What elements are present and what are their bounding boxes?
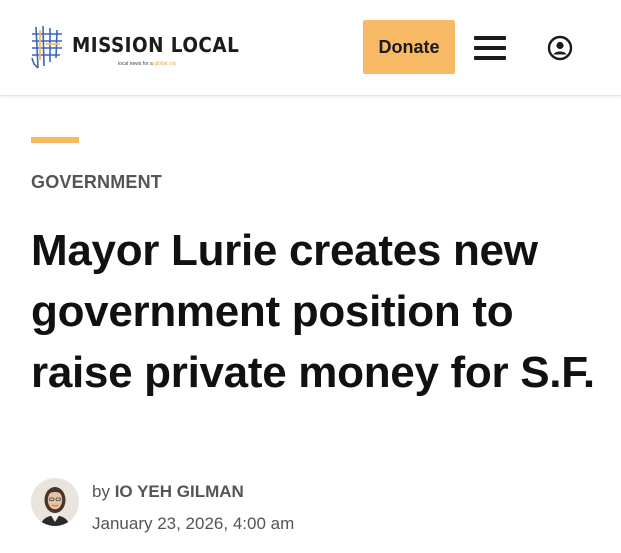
- logo-wordmark: MISSION LOCAL: [72, 33, 240, 57]
- menu-button[interactable]: [472, 34, 508, 62]
- logo-tagline: local news for a global city: [118, 61, 176, 67]
- donate-button[interactable]: Donate: [363, 20, 455, 74]
- logo-tagline-accent: global city: [154, 61, 177, 67]
- byline: by IO YEH GILMAN: [92, 482, 244, 502]
- site-header: MISSION LOCAL local news for a global ci…: [0, 0, 621, 96]
- category-link[interactable]: GOVERNMENT: [31, 172, 162, 193]
- author-avatar[interactable]: [31, 478, 79, 526]
- article-headline: Mayor Lurie creates new government posit…: [31, 226, 595, 397]
- kicker-accent-bar: [31, 137, 79, 143]
- logo-tagline-prefix: local news for a: [118, 61, 153, 67]
- site-logo[interactable]: MISSION LOCAL local news for a global ci…: [30, 24, 240, 72]
- logo-grid-icon: [31, 25, 62, 69]
- author-portrait-icon: [31, 478, 79, 526]
- user-account-icon: [547, 35, 573, 61]
- byline-prefix: by: [92, 482, 110, 501]
- author-link[interactable]: IO YEH GILMAN: [115, 482, 244, 501]
- publish-date: January 23, 2026, 4:00 am: [92, 514, 295, 533]
- account-button[interactable]: [547, 35, 573, 61]
